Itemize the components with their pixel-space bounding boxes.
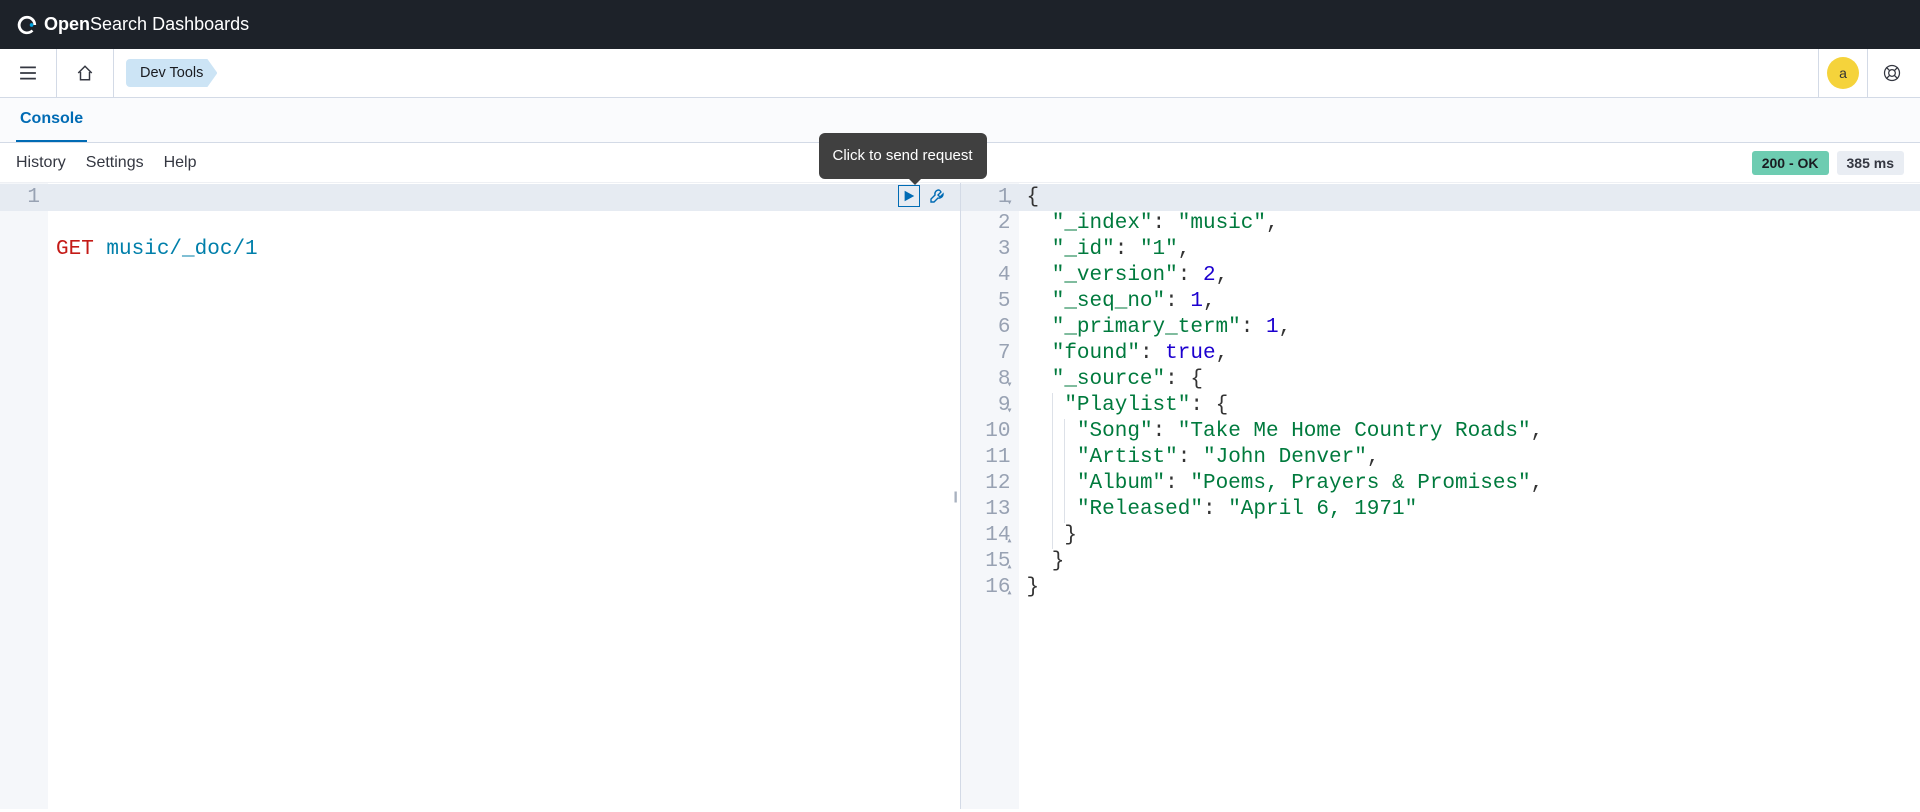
request-actions: Click to send request [898, 185, 948, 207]
send-request-button[interactable]: Click to send request [898, 185, 920, 207]
request-method: GET [56, 238, 94, 261]
wrench-icon [929, 188, 945, 204]
request-code[interactable]: GET music/_doc/1 [48, 183, 960, 809]
brand-logo[interactable]: OpenSearch Dashboards [16, 14, 249, 36]
settings-button[interactable]: Settings [86, 154, 144, 172]
drag-handle-icon: || [954, 489, 956, 503]
response-gutter: 1▾ 2 3 4 5 6 7 8▾ 9▾ 10 11 12 13 14▴ 15▴… [961, 183, 1019, 809]
editor-area: 1 GET music/_doc/1 Click to send request… [0, 183, 1920, 809]
response-pane[interactable]: 1▾ 2 3 4 5 6 7 8▾ 9▾ 10 11 12 13 14▴ 15▴… [961, 183, 1920, 809]
tab-console[interactable]: Console [16, 98, 87, 142]
top-bar: OpenSearch Dashboards [0, 0, 1920, 49]
request-path: music/_doc/1 [106, 238, 257, 261]
history-button[interactable]: History [16, 154, 66, 172]
hamburger-icon [19, 64, 37, 82]
menu-toggle-button[interactable] [12, 57, 44, 89]
nav-bar: Dev Tools a [0, 49, 1920, 98]
tooltip: Click to send request [819, 133, 987, 179]
breadcrumb[interactable]: Dev Tools [126, 59, 217, 87]
lifebuoy-icon [1882, 63, 1902, 83]
home-button[interactable] [69, 57, 101, 89]
help-menu-button[interactable] [1876, 57, 1908, 89]
request-gutter: 1 [0, 183, 48, 809]
avatar[interactable]: a [1827, 57, 1859, 89]
request-options-button[interactable] [926, 185, 948, 207]
status-badge: 200 - OK [1752, 151, 1829, 175]
play-icon [902, 189, 916, 203]
help-button[interactable]: Help [164, 154, 197, 172]
opensearch-icon [16, 14, 38, 36]
home-icon [76, 64, 94, 82]
time-badge: 385 ms [1837, 151, 1904, 175]
brand-text: OpenSearch Dashboards [44, 14, 249, 35]
response-code[interactable]: { "_index": "music", "_id": "1", "_versi… [1019, 183, 1920, 809]
request-pane[interactable]: 1 GET music/_doc/1 Click to send request [0, 183, 960, 809]
